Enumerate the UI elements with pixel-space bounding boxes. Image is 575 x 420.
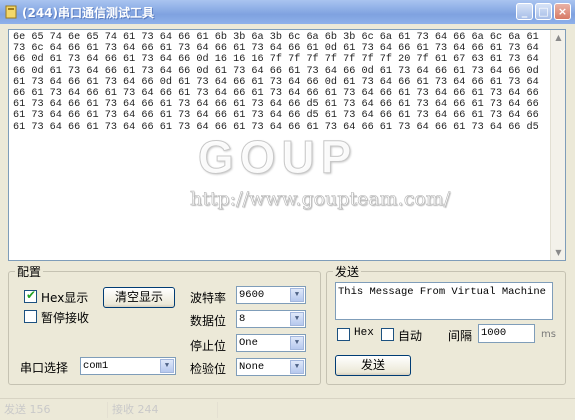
port-select[interactable]: com1 ▼ [80, 357, 176, 375]
stop-bits-label: 停止位 [190, 339, 227, 353]
chevron-down-icon[interactable]: ▼ [290, 360, 304, 374]
status-bar: 发送 156 接收 244 [0, 398, 575, 420]
status-empty-cell [218, 402, 575, 418]
hex-display-checkbox[interactable]: ✔ [24, 288, 37, 303]
vertical-scrollbar[interactable]: ▲ ▼ [550, 30, 565, 260]
interval-input[interactable]: 1000 [478, 324, 535, 343]
window-controls: _ □ × [516, 3, 571, 20]
baud-rate-label: 波特率 [190, 291, 227, 305]
chevron-down-icon[interactable]: ▼ [290, 336, 304, 350]
received-count: 接收 244 [108, 402, 218, 418]
pause-receive-checkbox[interactable] [24, 310, 37, 323]
port-select-value: com1 [83, 360, 109, 372]
parity-value: None [239, 361, 265, 373]
scroll-up-icon[interactable]: ▲ [551, 30, 565, 45]
app-icon [4, 5, 18, 19]
chevron-down-icon[interactable]: ▼ [290, 288, 304, 302]
app-window: (244)串口通信测试工具 _ □ × 6e 65 74 6e 65 74 61… [0, 0, 575, 420]
chevron-down-icon[interactable]: ▼ [290, 312, 304, 326]
send-hex-label: Hex [354, 327, 374, 339]
config-legend: 配置 [17, 265, 42, 279]
auto-send-checkbox[interactable] [381, 328, 394, 341]
sent-count: 发送 156 [0, 402, 108, 418]
close-button[interactable]: × [554, 3, 571, 20]
minimize-button[interactable]: _ [516, 3, 533, 20]
receive-display[interactable]: 6e 65 74 6e 65 74 61 73 64 66 61 6b 3b 6… [8, 29, 566, 261]
interval-unit: ms [541, 329, 556, 340]
port-select-label: 串口选择 [20, 361, 69, 375]
baud-rate-value: 9600 [239, 289, 265, 301]
hex-display-label: Hex显示 [41, 291, 89, 305]
send-hex-checkbox[interactable] [337, 328, 350, 341]
auto-send-label: 自动 [398, 329, 423, 343]
pause-receive-label: 暂停接收 [41, 311, 90, 325]
title-bar[interactable]: (244)串口通信测试工具 _ □ × [0, 0, 575, 24]
parity-label: 检验位 [190, 362, 227, 376]
data-bits-value: 8 [239, 313, 246, 325]
stop-bits-select[interactable]: One ▼ [236, 334, 306, 352]
baud-rate-select[interactable]: 9600 ▼ [236, 286, 306, 304]
parity-select[interactable]: None ▼ [236, 358, 306, 376]
send-message-input[interactable]: This Message From Virtual Machine [335, 282, 553, 320]
chevron-down-icon[interactable]: ▼ [160, 359, 174, 373]
data-bits-label: 数据位 [190, 314, 227, 328]
hex-data-text: 6e 65 74 6e 65 74 61 73 64 66 61 6b 3b 6… [13, 32, 545, 133]
maximize-button[interactable]: □ [535, 3, 552, 20]
send-legend: 发送 [335, 265, 360, 279]
checkmark-icon: ✔ [26, 288, 37, 302]
send-button[interactable]: 发送 [335, 355, 411, 376]
stop-bits-value: One [239, 337, 258, 349]
clear-display-button[interactable]: 清空显示 [103, 287, 175, 308]
window-title: (244)串口通信测试工具 [22, 5, 155, 20]
interval-label: 间隔 [448, 329, 473, 343]
scroll-down-icon[interactable]: ▼ [551, 245, 565, 260]
data-bits-select[interactable]: 8 ▼ [236, 310, 306, 328]
